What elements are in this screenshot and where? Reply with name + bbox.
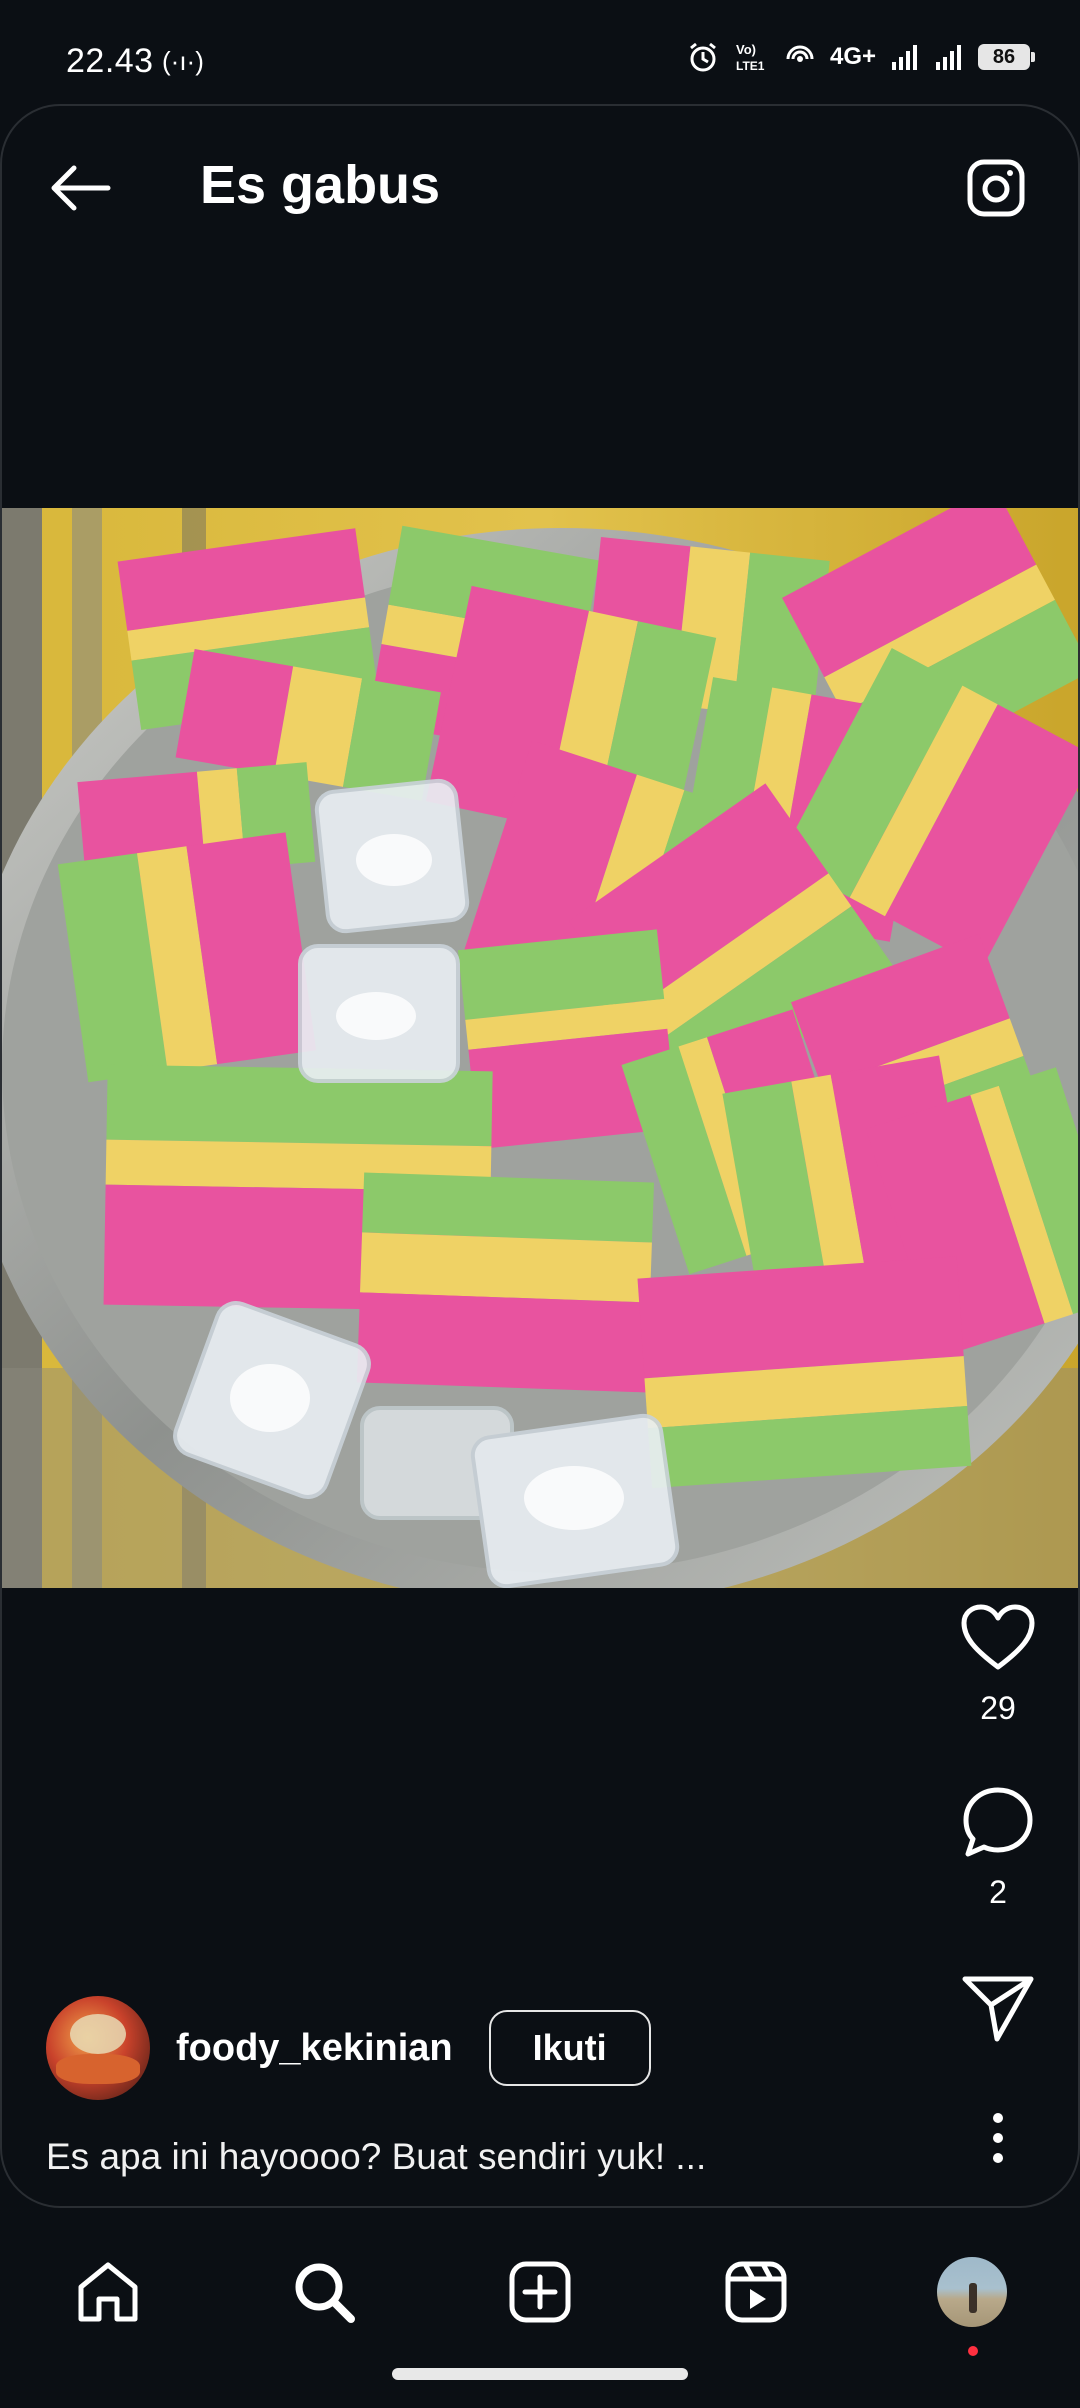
home-indicator [392,2368,688,2380]
signal-1-icon [892,45,917,70]
nav-reels[interactable] [706,2242,806,2342]
wifi-calling-icon [786,45,814,62]
comment-icon [963,1787,1033,1857]
alarm-icon [690,42,716,72]
post-actions: 29 2 [918,1596,1078,2206]
hotspot-icon: (·ı·) [162,46,204,76]
more-button[interactable] [956,2096,1040,2180]
svg-text:Vo): Vo) [736,42,756,57]
camera-icon [967,159,1025,217]
notification-dot [968,2346,978,2356]
nav-search[interactable] [274,2242,374,2342]
author-username[interactable]: foody_kekinian [176,2027,453,2070]
arrow-left-icon [51,165,111,211]
status-time: 22.43 [66,42,154,80]
more-vertical-icon [993,2113,1003,2163]
post-viewer: Es gabus 29 2 foody_kekinian Ikuti Es ap… [0,104,1080,2208]
author-avatar[interactable] [46,1996,150,2100]
status-bar: 22.43 (·ı·) Vo) LTE1 4G+ 86 [0,0,1080,100]
es-gabus-photo [2,508,1078,1588]
post-caption[interactable]: Es apa ini hayoooo? Buat sendiri yuk! ..… [46,2136,706,2178]
nav-profile[interactable] [922,2242,1022,2356]
more-action [918,2096,1078,2180]
svg-text:LTE1: LTE1 [736,59,765,73]
volte-icon: Vo) LTE1 [736,42,765,73]
home-icon [78,2262,138,2322]
reels-icon [725,2261,787,2323]
create-icon [509,2261,571,2323]
back-button[interactable] [42,150,118,226]
network-type: 4G+ [829,43,876,70]
profile-avatar [937,2257,1007,2327]
battery-indicator: 86 [978,44,1035,70]
comment-button[interactable] [956,1780,1040,1864]
share-action [918,1966,1078,2050]
post-image[interactable] [2,508,1078,1588]
author-row: foody_kekinian Ikuti [46,1996,651,2100]
follow-button[interactable]: Ikuti [488,2010,651,2086]
heart-icon [961,1604,1035,1670]
comment-count: 2 [989,1874,1007,1910]
comment-action: 2 [918,1780,1078,1911]
nav-home[interactable] [58,2242,158,2342]
page-title: Es gabus [200,155,441,215]
share-button[interactable] [956,1966,1040,2050]
signal-2-icon [936,45,961,70]
send-icon [962,1976,1034,2042]
camera-button[interactable] [958,150,1034,226]
like-button[interactable] [956,1596,1040,1680]
top-bar: Es gabus [2,106,1078,266]
like-action: 29 [918,1596,1078,1727]
like-count: 29 [980,1690,1016,1726]
search-icon [295,2263,355,2323]
nav-create[interactable] [490,2242,590,2342]
status-icons: Vo) LTE1 4G+ 86 [686,40,1035,74]
